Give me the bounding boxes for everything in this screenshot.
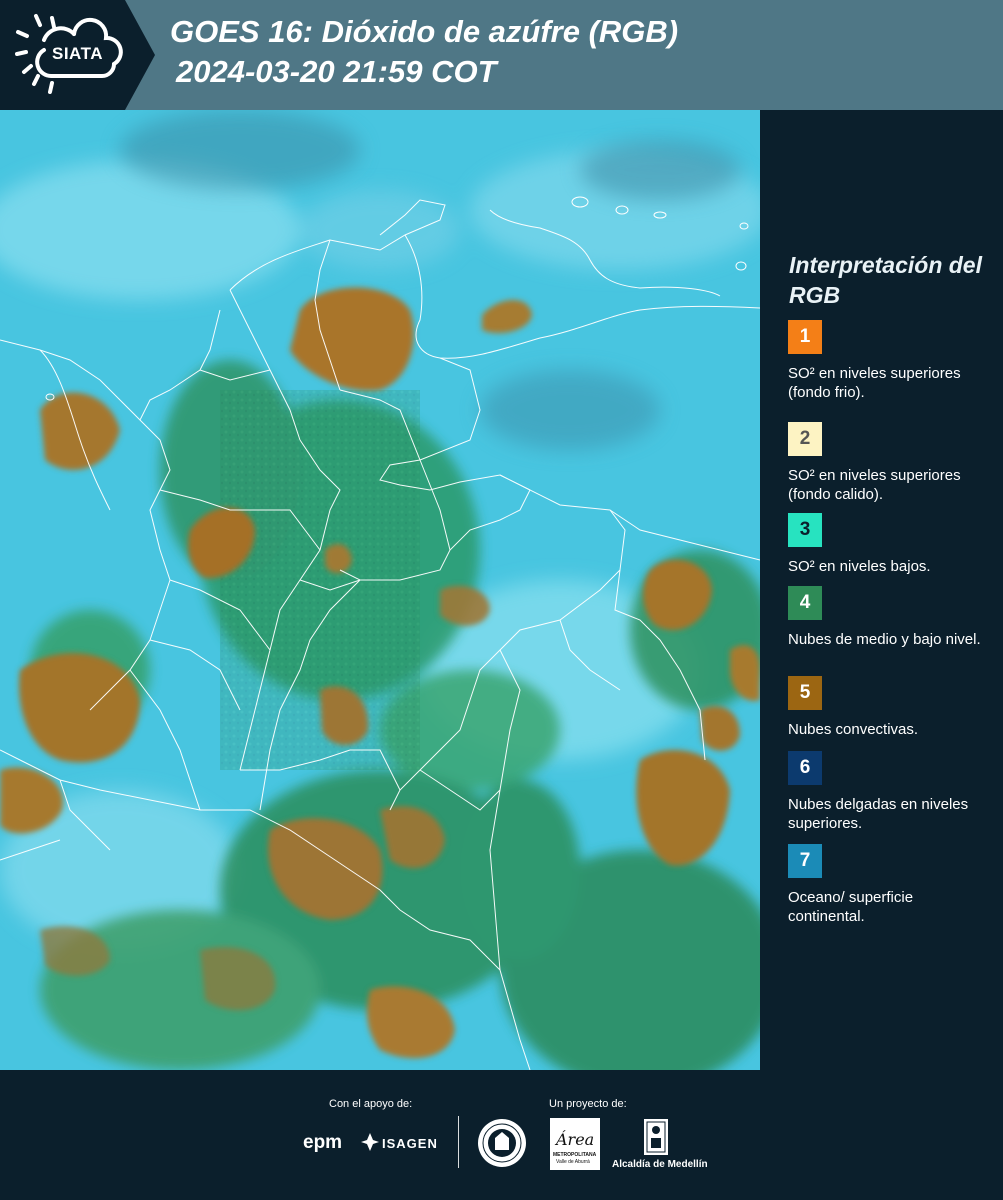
legend-item: 2 SO² en niveles superiores (fondo calido… [788, 422, 993, 504]
timestamp: 2024-03-20 21:59 COT [176, 54, 497, 89]
legend-swatch: 6 [788, 751, 822, 785]
legend-title: Interpretación del RGB [789, 252, 982, 308]
satellite-image [0, 110, 760, 1070]
legend-label: SO² en niveles bajos. [788, 558, 931, 575]
isagen-icon [361, 1133, 379, 1151]
alcaldia-label: Alcaldía de Medellín [612, 1159, 708, 1170]
project-label: Un proyecto de: [549, 1098, 627, 1110]
page-title: GOES 16: Dióxido de azúfre (RGB) [170, 14, 679, 49]
legend-panel: Interpretación del RGB 1 SO² en niveles s… [760, 110, 1003, 1070]
siata-logo-text: SIATA [52, 44, 103, 63]
legend-item: 1 SO² en niveles superiores (fondo frio). [788, 320, 993, 402]
legend-swatch: 5 [788, 676, 822, 710]
legend-label: SO² en niveles superiores (fondo calido)… [788, 467, 961, 503]
legend-label: Nubes de medio y bajo nivel. [788, 631, 981, 648]
footer-divider [458, 1116, 459, 1168]
footer: Con el apoyo de: Un proyecto de: epm ISA… [0, 1070, 1003, 1200]
legend-item: 5 Nubes convectivas. [788, 676, 993, 739]
legend-swatch: 3 [788, 513, 822, 547]
legend-label: Oceano/ superficie continental. [788, 889, 914, 925]
legend-swatch: 7 [788, 844, 822, 878]
header: SIATA GOES 16: Dióxido de azúfre (RGB) 2… [0, 0, 1003, 110]
legend-item: 3 SO² en niveles bajos. [788, 513, 993, 576]
legend-label: Nubes convectivas. [788, 721, 919, 738]
satellite-map[interactable] [0, 110, 760, 1070]
isagen-logo: ISAGEN [382, 1136, 438, 1151]
alcaldia-shield-icon [644, 1119, 668, 1155]
legend-swatch: 4 [788, 586, 822, 620]
area-metropolitana-logo: Área METROPOLITANA Valle de Aburrá [550, 1118, 600, 1170]
support-label: Con el apoyo de: [329, 1098, 413, 1110]
epm-logo: epm [303, 1132, 343, 1153]
legend-swatch: 1 [788, 320, 822, 354]
legend-label: SO² en niveles superiores (fondo frio). [788, 365, 961, 401]
legend-item: 6 Nubes delgadas en niveles superiores. [788, 751, 993, 833]
legend-swatch: 2 [788, 422, 822, 456]
legend-item: 4 Nubes de medio y bajo nivel. [788, 586, 993, 649]
legend-item: 7 Oceano/ superficie continental. [788, 844, 993, 926]
legend-label: Nubes delgadas en niveles superiores. [788, 796, 969, 832]
medellin-seal-icon [478, 1119, 526, 1167]
